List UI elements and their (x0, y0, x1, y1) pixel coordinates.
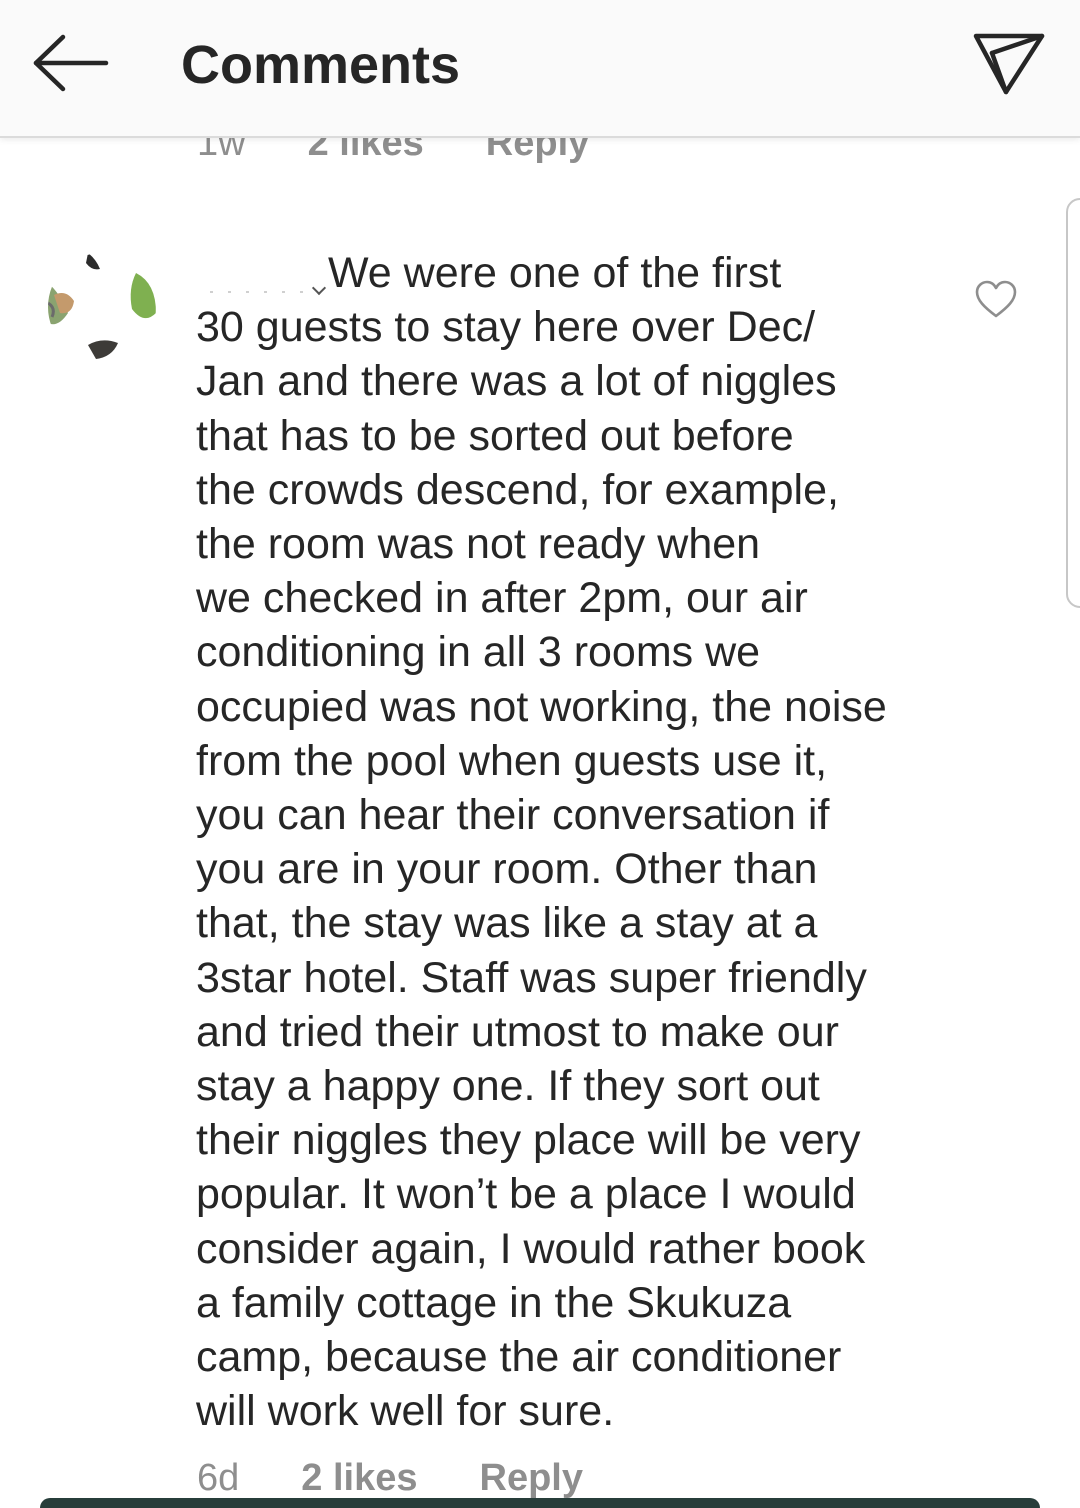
username[interactable] (196, 253, 328, 293)
arrow-left-icon (33, 34, 109, 92)
heart-outline-icon (975, 280, 1017, 318)
scroll-indicator[interactable] (1066, 198, 1080, 608)
back-button[interactable] (28, 24, 112, 104)
comment-time: 6d (197, 1456, 240, 1499)
comment-likes[interactable]: 2 likes (301, 1457, 417, 1500)
share-button[interactable] (966, 24, 1050, 104)
comment-body: We were one of the first 30 guests to st… (196, 246, 956, 1438)
avatar-image (48, 253, 156, 361)
comments-screen: Comments 1w 2 likes Reply We were one of… (0, 0, 1080, 1508)
paper-plane-icon (973, 33, 1045, 95)
header-bar: Comments (0, 0, 1080, 138)
page-title: Comments (181, 35, 461, 95)
comment-reply-button[interactable]: Reply (480, 1457, 583, 1500)
comment-text: We were one of the first 30 guests to st… (196, 249, 887, 1436)
bottom-bar (40, 1498, 1040, 1508)
comment-meta: 6d 2 likes Reply (197, 1452, 583, 1504)
like-button[interactable] (974, 280, 1018, 320)
avatar[interactable] (48, 253, 156, 361)
